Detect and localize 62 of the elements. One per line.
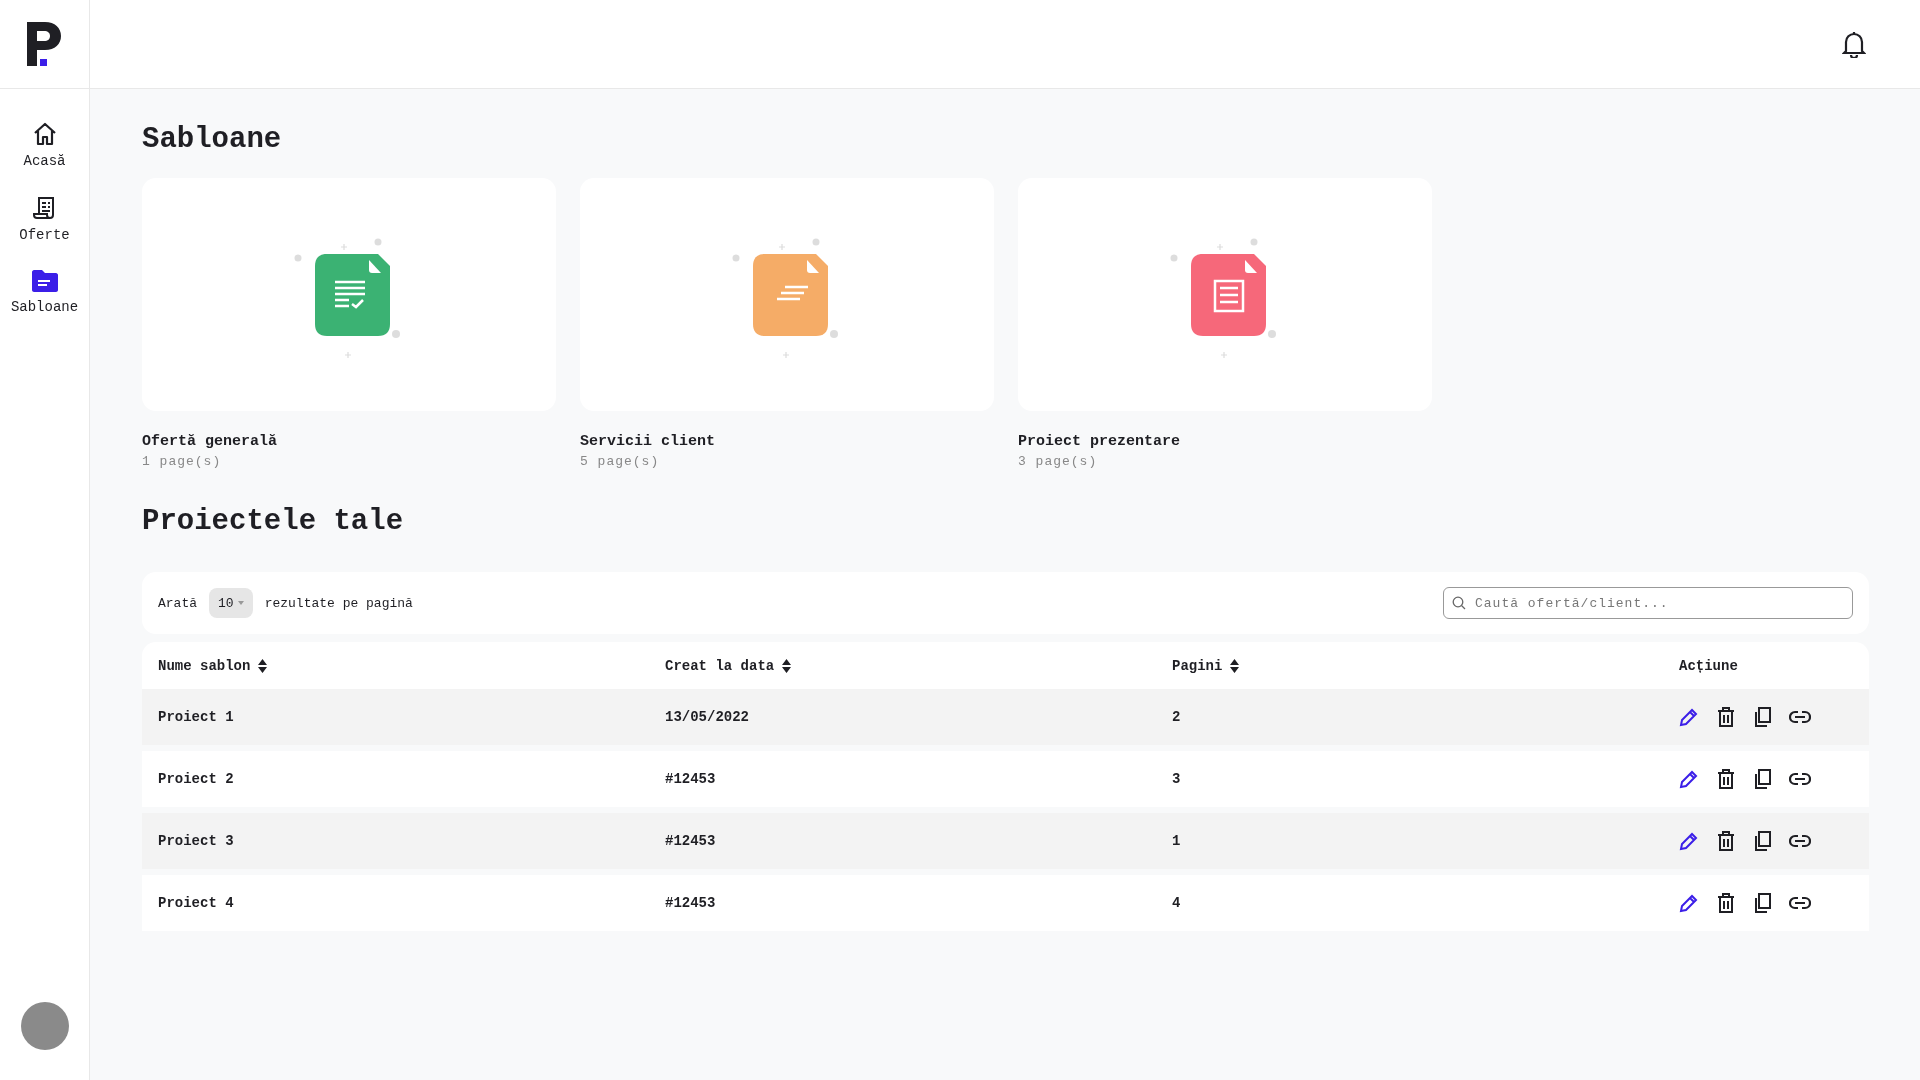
column-header[interactable]: Nume sablon	[158, 657, 251, 674]
template-name[interactable]: Ofertă generală	[142, 433, 556, 450]
copy-icon[interactable]	[1753, 769, 1771, 789]
table-cell: #12453	[665, 771, 716, 787]
delete-trash-icon[interactable]	[1717, 893, 1735, 913]
edit-pencil-icon[interactable]	[1679, 769, 1699, 789]
sidebar-item[interactable]: Oferte	[10, 195, 79, 243]
column-header[interactable]: Pagini	[1172, 657, 1223, 674]
table-cell: Proiect 1	[158, 709, 234, 725]
copy-icon[interactable]	[1753, 707, 1771, 727]
template-name[interactable]: Servicii client	[580, 433, 994, 450]
table-cell: #12453	[665, 833, 716, 849]
table-cell: 3	[1172, 771, 1181, 787]
table-cell: 1	[1172, 833, 1181, 849]
table-cell: Proiect 2	[158, 771, 234, 787]
link-icon[interactable]	[1789, 710, 1811, 724]
column-header: Acțiune	[1679, 657, 1738, 674]
template-name[interactable]: Proiect prezentare	[1018, 433, 1432, 450]
table-cell: Proiect 3	[158, 833, 234, 849]
sidebar-item[interactable]: Acasă	[10, 121, 79, 169]
table-cell: #12453	[665, 895, 716, 911]
search-icon	[1452, 596, 1466, 610]
show-label: Arată	[158, 595, 197, 611]
page-size-dropdown[interactable]: 10	[209, 588, 253, 618]
notification-bell-icon[interactable]	[1842, 30, 1866, 58]
edit-pencil-icon[interactable]	[1679, 707, 1699, 727]
table-cell: 2	[1172, 709, 1181, 725]
sidebar-item[interactable]: Sabloane	[10, 269, 79, 315]
table-row[interactable]: Proiect 1 13/05/2022 2	[142, 689, 1869, 745]
caret-icon	[237, 601, 244, 605]
edit-pencil-icon[interactable]	[1679, 831, 1699, 851]
link-icon[interactable]	[1789, 772, 1811, 786]
sort-icon[interactable]	[258, 658, 268, 673]
delete-trash-icon[interactable]	[1717, 831, 1735, 851]
link-icon[interactable]	[1789, 896, 1811, 910]
sort-icon[interactable]	[1230, 658, 1240, 673]
page-count: 1 page(s)	[142, 454, 223, 469]
per-page-label: rezultate pe pagină	[264, 595, 413, 611]
table-cell: 4	[1172, 895, 1181, 911]
template-card[interactable]	[142, 178, 556, 411]
link-icon[interactable]	[1789, 834, 1811, 848]
copy-icon[interactable]	[1753, 831, 1771, 851]
search-field[interactable]: Caută ofertă/client...	[1443, 587, 1853, 619]
sort-icon[interactable]	[782, 658, 792, 673]
delete-trash-icon[interactable]	[1717, 707, 1735, 727]
table-row[interactable]: Proiect 4 #12453 4	[142, 875, 1869, 931]
section-title: Proiectele tale	[142, 505, 405, 538]
copy-icon[interactable]	[1753, 893, 1771, 913]
table-row[interactable]: Proiect 2 #12453 3	[142, 751, 1869, 807]
column-header[interactable]: Creat la data	[665, 657, 775, 674]
folder-icon	[30, 269, 59, 293]
avatar[interactable]	[20, 1002, 69, 1050]
table-cell: 13/05/2022	[665, 709, 749, 725]
edit-pencil-icon[interactable]	[1679, 893, 1699, 913]
page-count: 3 page(s)	[1018, 454, 1099, 469]
logo-icon[interactable]	[26, 22, 63, 66]
page-count: 5 page(s)	[580, 454, 661, 469]
table-row[interactable]: Proiect 3 #12453 1	[142, 813, 1869, 869]
delete-trash-icon[interactable]	[1717, 769, 1735, 789]
section-title: Sabloane	[142, 123, 283, 156]
table-cell: Proiect 4	[158, 895, 234, 911]
template-card[interactable]	[1018, 178, 1432, 411]
